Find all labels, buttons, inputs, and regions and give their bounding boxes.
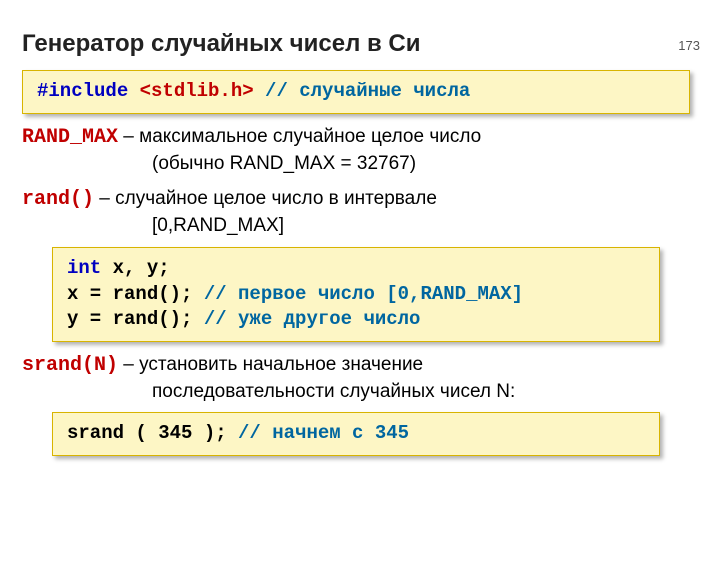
- text-srand: – установить начальное значение: [118, 354, 423, 375]
- include-comment: // случайные числа: [265, 80, 470, 102]
- code-line-3: y = rand(); // уже другое число: [67, 307, 645, 333]
- code-block-srand: srand ( 345 ); // начнем с 345: [52, 412, 660, 456]
- slide-title: Генератор случайных чисел в Си: [22, 30, 720, 58]
- paragraph-randmax: RAND_MAX – максимальное случайное целое …: [22, 124, 698, 177]
- decl-vars: x, y;: [101, 257, 169, 279]
- text-rand: – случайное целое число в интервале: [94, 188, 437, 209]
- code-block-example: int x, y; x = rand(); // первое число [0…: [52, 247, 660, 342]
- paragraph-rand: rand() – случайное целое число в интерва…: [22, 186, 698, 239]
- srand-comment: // начнем с 345: [238, 422, 409, 444]
- int-keyword: int: [67, 257, 101, 279]
- text-randmax: – максимальное случайное целое число: [118, 126, 481, 147]
- comment-y: // уже другое число: [204, 308, 421, 330]
- term-rand: rand(): [22, 188, 94, 211]
- code-line-1: int x, y;: [67, 256, 645, 282]
- code-line-2: x = rand(); // первое число [0,RAND_MAX]: [67, 282, 645, 308]
- include-keyword: #include: [37, 80, 128, 102]
- assign-x: x = rand();: [67, 283, 204, 305]
- text-rand-line2: [0,RAND_MAX]: [22, 213, 698, 239]
- page-number: 173: [678, 38, 700, 53]
- paragraph-srand: srand(N) – установить начальное значение…: [22, 352, 698, 405]
- term-srand: srand(N): [22, 354, 118, 377]
- assign-y: y = rand();: [67, 308, 204, 330]
- srand-call: srand ( 345 );: [67, 422, 238, 444]
- text-randmax-line2: (обычно RAND_MAX = 32767): [22, 151, 698, 177]
- term-randmax: RAND_MAX: [22, 126, 118, 149]
- text-srand-line2: последовательности случайных чисел N:: [22, 379, 698, 405]
- code-block-include: #include <stdlib.h> // случайные числа: [22, 70, 690, 114]
- comment-x: // первое число [0,RAND_MAX]: [204, 283, 523, 305]
- include-lib: <stdlib.h>: [128, 80, 253, 102]
- spacer: [254, 80, 265, 102]
